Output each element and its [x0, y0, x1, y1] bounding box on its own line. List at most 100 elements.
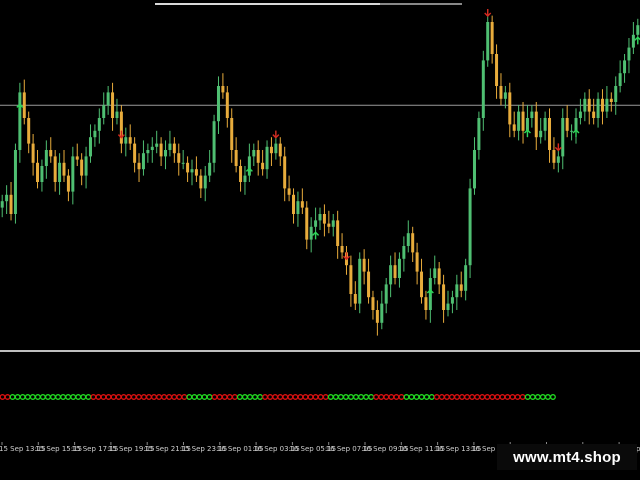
price-chart: 15 Sep 13:1515 Sep 15:1515 Sep 17:1515 S… [0, 0, 640, 480]
candle-body [106, 92, 110, 106]
candle-body [512, 124, 516, 131]
candle-body [71, 156, 75, 192]
candle-body [261, 162, 265, 170]
candle-body [578, 111, 582, 118]
candle-body [239, 166, 243, 182]
candle-body [164, 150, 168, 157]
candle-body [111, 92, 115, 118]
candle-body [62, 162, 66, 176]
candle-body [596, 98, 600, 118]
candle-body [389, 265, 393, 285]
candle-body [327, 223, 331, 227]
candle-body [150, 146, 154, 150]
candle-body [556, 156, 560, 163]
candle-body [468, 188, 472, 266]
candle-body [587, 98, 591, 112]
candle-body [384, 284, 388, 304]
candle-body [486, 22, 490, 61]
candle-body [66, 175, 70, 192]
candle-body [168, 143, 172, 150]
candle-body [614, 86, 618, 102]
candle-body [84, 156, 88, 176]
candle-body [203, 175, 207, 189]
candle-body [186, 162, 190, 173]
candle-body [565, 118, 569, 131]
candle-body [22, 92, 26, 118]
candle-body [521, 111, 525, 131]
candle-body [172, 143, 176, 154]
candle-body [437, 268, 441, 285]
candle-body [481, 60, 485, 118]
candle-body [543, 118, 547, 131]
candle-body [362, 258, 366, 272]
candle-body [618, 73, 622, 86]
candle-body [93, 130, 97, 138]
candle-body [397, 258, 401, 278]
candle-body [212, 121, 216, 163]
watermark-box: www.mt4.shop [497, 444, 637, 470]
candle-body [380, 303, 384, 323]
candle-body [252, 150, 256, 157]
candle-body [141, 153, 145, 170]
candle-body [627, 47, 631, 61]
candle-body [331, 220, 335, 227]
candle-body [31, 143, 35, 163]
candle-body [609, 98, 613, 102]
candle-body [605, 98, 609, 112]
candle-body [292, 194, 296, 214]
watermark-text: www.mt4.shop [513, 448, 621, 466]
candle-body [490, 22, 494, 54]
candle-body [459, 284, 463, 291]
candle-body [49, 150, 53, 157]
candle-body [314, 220, 318, 227]
candle-body [221, 86, 225, 93]
chart-background [0, 0, 640, 480]
candle-body [119, 111, 123, 144]
candle-body [243, 175, 247, 182]
candle-body [225, 92, 229, 118]
candle-body [102, 105, 106, 118]
candle-body [216, 86, 220, 122]
candle-body [300, 201, 304, 208]
candle-body [305, 207, 309, 240]
candle-body [115, 111, 119, 118]
candle-body [433, 268, 437, 278]
candle-body [309, 226, 313, 240]
candle-body [283, 156, 287, 189]
candle-body [146, 150, 150, 154]
candle-body [592, 111, 596, 118]
candle-body [349, 265, 353, 294]
candle-body [36, 162, 40, 182]
candle-body [44, 150, 48, 166]
candle-body [194, 169, 198, 176]
chart-window: 15 Sep 13:15 15 Sep 15:15 15 Sep 17:15 15 S… [0, 0, 640, 480]
candle-body [503, 92, 507, 99]
candle-body [199, 175, 203, 189]
candle-body [636, 25, 640, 35]
candle-body [234, 150, 238, 166]
candle-body [340, 246, 344, 253]
candle-body [97, 118, 101, 131]
candle-body [455, 284, 459, 298]
candle-body [574, 118, 578, 131]
candle-body [190, 169, 194, 173]
candle-body [508, 92, 512, 125]
candle-body [525, 118, 529, 131]
candle-body [561, 118, 565, 157]
candle-body [296, 201, 300, 214]
candle-body [570, 130, 574, 132]
candle-body [265, 146, 269, 170]
candle-body [393, 265, 397, 278]
candle-body [80, 159, 84, 176]
candle-body [13, 150, 17, 214]
candle-body [472, 150, 476, 189]
candle-body [424, 297, 428, 310]
candle-body [0, 201, 4, 208]
candle-body [539, 130, 543, 138]
candle-body [181, 162, 185, 164]
candle-body [499, 86, 503, 99]
candle-body [450, 297, 454, 304]
candle-body [278, 143, 282, 157]
candle-body [442, 284, 446, 310]
candle-body [534, 111, 538, 138]
